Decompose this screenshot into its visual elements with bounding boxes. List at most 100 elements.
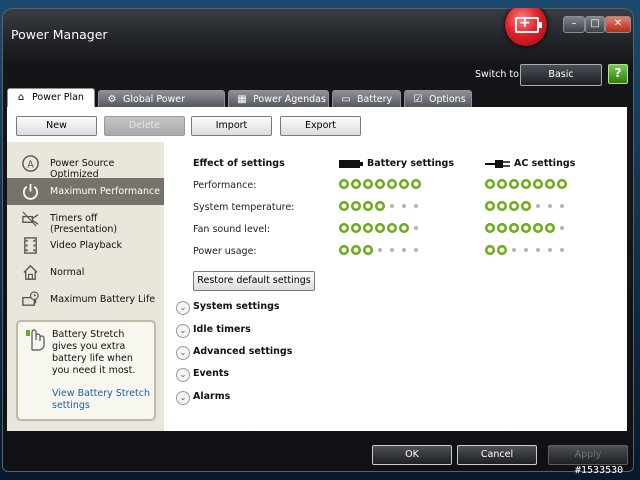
power-usage-label: Power usage: [193, 246, 257, 257]
level-dot-on [339, 179, 349, 189]
level-dot-off [557, 223, 567, 233]
section-title: Advanced settings [193, 346, 293, 357]
level-dot-off [411, 223, 421, 233]
tab-global-power-settings[interactable]: ⚙ Global Power Settings [98, 90, 225, 122]
plan-item-maximum-battery-life[interactable]: Maximum Battery Life [7, 286, 164, 313]
plan-label: Power Source Optimized [50, 158, 115, 180]
plan-item-maximum-performance[interactable]: Maximum Performance [7, 178, 164, 205]
level-dot-on [351, 201, 361, 211]
level-dot-off [411, 245, 421, 255]
battery-clock-icon [22, 291, 39, 306]
plan-item-timers-off[interactable]: Timers off (Presentation) [7, 205, 164, 235]
level-dot-on [387, 223, 397, 233]
level-dot-on [521, 201, 531, 211]
fan-ac-level [485, 223, 567, 233]
level-dot-on [509, 223, 519, 233]
effect-of-settings-heading: Effect of settings [193, 158, 285, 169]
tab-label: Power Agendas [253, 94, 326, 105]
level-dot-off [545, 245, 555, 255]
level-dot-on [497, 179, 507, 189]
chevron-down-icon: ⌄ [176, 391, 190, 405]
svg-text:A: A [27, 159, 34, 170]
level-dot-on [509, 201, 519, 211]
section-title: System settings [193, 301, 280, 312]
level-dot-off [399, 245, 409, 255]
level-dot-on [509, 179, 519, 189]
level-dot-on [545, 179, 555, 189]
level-dot-on [387, 179, 397, 189]
level-dot-off [533, 245, 543, 255]
tab-power-plan[interactable]: ⌂ Power Plan [7, 88, 95, 108]
restore-default-settings-button[interactable]: Restore default settings [193, 271, 315, 291]
view-battery-stretch-link[interactable]: View Battery Stretch settings [52, 388, 150, 412]
tip-text: Battery Stretch gives you extra battery … [52, 329, 136, 376]
power-usage-ac-level [485, 245, 567, 255]
switch-to-label: Switch to: [475, 69, 523, 80]
level-dot-on [339, 223, 349, 233]
new-button[interactable]: New [16, 116, 97, 136]
chevron-down-icon: ⌄ [176, 324, 190, 338]
power-usage-battery-level [339, 245, 421, 255]
level-dot-on [411, 179, 421, 189]
power-plan-panel: New Delete Import Export A Power Source … [7, 107, 627, 431]
system-temperature-label: System temperature: [193, 202, 295, 213]
level-dot-on [363, 201, 373, 211]
ac-plug-icon [485, 160, 510, 168]
level-dot-on [533, 179, 543, 189]
level-dot-on [497, 245, 507, 255]
level-dot-on [485, 201, 495, 211]
ok-button[interactable]: OK [372, 445, 452, 465]
cancel-button[interactable]: Cancel [457, 445, 537, 465]
tab-label: Options [429, 94, 466, 105]
level-dot-off [557, 245, 567, 255]
level-dot-on [351, 179, 361, 189]
level-dot-on [485, 245, 495, 255]
plan-item-normal[interactable]: Normal [7, 259, 164, 286]
level-dot-on [339, 201, 349, 211]
help-icon[interactable]: ? [608, 64, 628, 84]
plan-label: Normal [50, 267, 85, 278]
ac-settings-heading: AC settings [514, 158, 576, 169]
level-dot-on [351, 223, 361, 233]
section-title: Events [193, 368, 230, 379]
level-dot-on [545, 223, 555, 233]
close-button[interactable]: ✕ [605, 16, 631, 33]
tab-battery[interactable]: ▭ Battery [332, 90, 401, 107]
tab-options[interactable]: ☑ Options [404, 90, 472, 107]
level-dot-off [375, 245, 385, 255]
power-manager-logo-icon: + [505, 8, 547, 46]
chevron-down-icon: ⌄ [176, 301, 190, 315]
level-dot-on [485, 223, 495, 233]
performance-battery-level [339, 179, 421, 189]
tab-label: Power Plan [32, 92, 84, 103]
fan-battery-level [339, 223, 421, 233]
level-dot-on [557, 179, 567, 189]
tab-power-agendas[interactable]: ▦ Power Agendas [228, 90, 329, 107]
delete-button[interactable]: Delete [104, 116, 185, 136]
chevron-down-icon: ⌄ [176, 368, 190, 382]
apply-button[interactable]: Apply [548, 445, 628, 465]
level-dot-on [521, 223, 531, 233]
import-button[interactable]: Import [191, 116, 272, 136]
export-button[interactable]: Export [280, 116, 361, 136]
plan-item-power-source-optimized[interactable]: A Power Source Optimized [7, 150, 164, 180]
level-dot-on [363, 223, 373, 233]
image-id-stamp: #1533530 [575, 465, 624, 476]
hand-stretch-icon [26, 329, 45, 351]
level-dot-on [375, 201, 385, 211]
switch-basic-button[interactable]: Basic [520, 64, 602, 86]
plan-item-video-playback[interactable]: Video Playback [7, 232, 164, 259]
window-title: Power Manager [11, 27, 108, 42]
level-dot-off [521, 245, 531, 255]
film-icon [24, 237, 37, 254]
level-dot-on [375, 179, 385, 189]
plan-details: Effect of settings Battery settings AC s… [164, 142, 627, 431]
minimize-button[interactable]: – [563, 16, 585, 33]
maximize-button[interactable]: □ [585, 16, 605, 33]
level-dot-off [533, 201, 543, 211]
house-icon [23, 264, 38, 280]
plan-label: Maximum Battery Life [50, 294, 156, 305]
level-dot-on [375, 223, 385, 233]
performance-ac-level [485, 179, 567, 189]
level-dot-on [521, 179, 531, 189]
